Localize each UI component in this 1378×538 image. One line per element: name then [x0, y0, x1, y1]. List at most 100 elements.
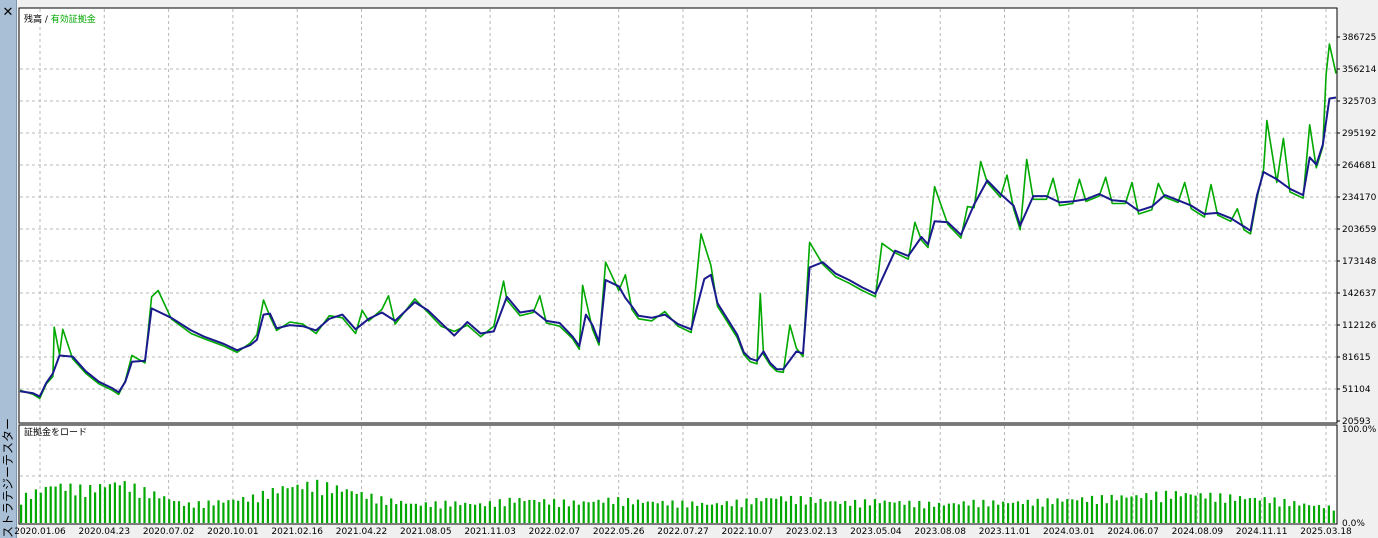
load-bar [187, 502, 190, 523]
load-bar [276, 493, 279, 523]
load-bar [1332, 510, 1335, 523]
load-bar [232, 499, 235, 523]
x-tick-label: 2021.08.05 [400, 527, 452, 537]
load-bar [483, 506, 487, 523]
load-bar [69, 483, 72, 523]
load-bar [1189, 494, 1192, 523]
x-tick-label: 2020.10.01 [207, 527, 259, 537]
load-bar [1150, 500, 1153, 523]
y-tick-label: 142637 [1342, 289, 1376, 299]
load-bar [321, 495, 324, 523]
x-tick-label: 2022.05.26 [593, 527, 645, 537]
load-bar [498, 499, 501, 523]
x-ticks: 2020.01.06 2020.04.23 2020.07.02 2020.10.01… [14, 527, 1352, 537]
load-bar [780, 496, 783, 523]
load-bar [770, 498, 773, 523]
x-tick-label: 2023.05.04 [850, 527, 902, 537]
load-bar [987, 506, 990, 523]
x-tick-label: 2024.06.07 [1107, 527, 1159, 537]
y-tick-label: 173148 [1342, 257, 1377, 267]
load-bar [148, 498, 151, 523]
load-bar [207, 500, 210, 523]
load-bar [1327, 505, 1330, 523]
load-bar [1288, 506, 1291, 523]
load-bar [29, 499, 33, 523]
load-bar [469, 504, 472, 523]
load-bar [1110, 494, 1113, 523]
load-bar [1263, 497, 1266, 523]
x-tick-label: 2022.02.07 [529, 527, 581, 537]
load-bar [854, 499, 857, 523]
load-bar [809, 497, 812, 523]
load-bar [651, 501, 654, 523]
load-bar [360, 492, 363, 523]
load-bar [434, 501, 437, 523]
load-bar [1061, 501, 1064, 523]
load-bar [271, 488, 274, 523]
x-tick-label: 2024.03.01 [1043, 527, 1095, 537]
load-bar [242, 497, 245, 523]
load-bar [266, 498, 269, 523]
legend: 残高 / 有効証拠金 [24, 13, 96, 25]
load-bar [1160, 502, 1163, 523]
load-bar [177, 501, 181, 523]
load-bar [745, 498, 748, 523]
load-bar [1224, 502, 1227, 523]
load-bar [479, 503, 482, 523]
load-bar [474, 504, 477, 523]
load-bar [1095, 504, 1098, 523]
load-bar [523, 501, 526, 523]
load-bar [597, 499, 600, 523]
load-bar [163, 496, 166, 523]
load-bar [1179, 496, 1182, 523]
load-bar [937, 502, 941, 523]
load-bar [1135, 495, 1138, 523]
load-bar [1090, 495, 1094, 523]
load-bar [1219, 493, 1222, 523]
load-bar [44, 487, 47, 523]
load-bar [89, 485, 92, 523]
y-tick-label: 234170 [1342, 193, 1377, 203]
load-bar [370, 493, 373, 523]
load-bar [952, 503, 955, 523]
load-bar [345, 489, 348, 523]
load-bar [350, 491, 353, 523]
load-bar [390, 498, 393, 523]
load-bar [686, 507, 689, 523]
load-bar [518, 498, 521, 523]
load-bar [784, 501, 788, 523]
load-bar [385, 505, 388, 523]
y-tick-label: 356214 [1342, 65, 1377, 75]
load-bar [1120, 495, 1123, 523]
load-bar [849, 505, 852, 523]
load-bar [424, 502, 427, 523]
load-bar [454, 501, 457, 523]
load-bar [404, 503, 408, 523]
load-bar [34, 489, 37, 523]
load-bar [607, 497, 610, 523]
load-bar [923, 508, 926, 523]
load-bar [577, 504, 580, 523]
y-tick-label: 325703 [1342, 97, 1376, 107]
load-bar [99, 484, 102, 523]
load-bar [395, 504, 398, 523]
load-bar [1253, 497, 1256, 523]
load-bar [1041, 506, 1044, 523]
load-bar [676, 507, 679, 523]
load-bar [582, 501, 585, 523]
y-tick-label: 264681 [1342, 161, 1376, 171]
load-bar [908, 500, 911, 523]
load-bar [656, 503, 659, 523]
load-bar [459, 505, 462, 523]
load-bar [898, 501, 901, 523]
load-bar [553, 499, 556, 523]
load-bar [1164, 490, 1168, 523]
load-bar [103, 487, 107, 523]
load-bar [281, 486, 284, 523]
load-bar [1031, 505, 1034, 523]
load-bar [1066, 499, 1069, 523]
load-bar [1086, 502, 1089, 523]
load-bar [1293, 501, 1296, 523]
y-tick-label: 203659 [1342, 225, 1377, 235]
load-bar [335, 485, 338, 523]
